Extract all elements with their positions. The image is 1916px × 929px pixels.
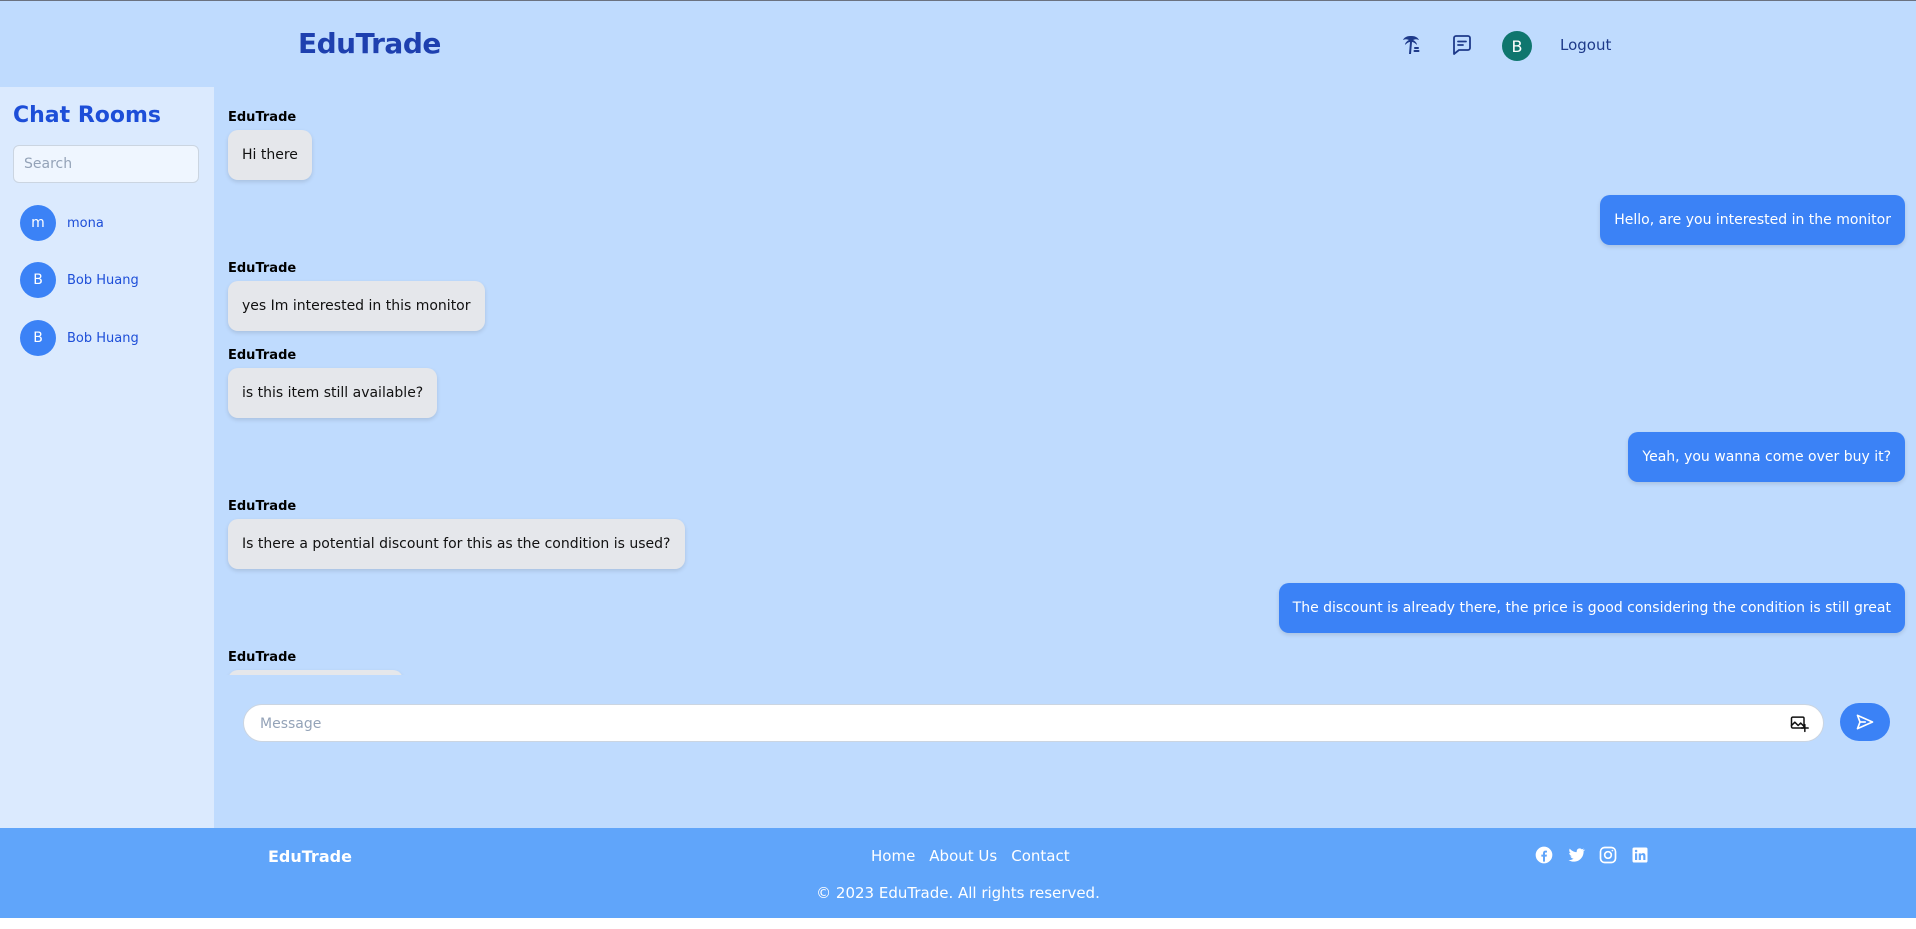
facebook-icon[interactable] (1534, 845, 1554, 865)
footer-links: Home About Us Contact (871, 847, 1070, 865)
room-name: mona (67, 215, 104, 231)
message-input[interactable] (258, 705, 1762, 743)
sidebar-title: Chat Rooms (13, 103, 162, 128)
instagram-icon[interactable] (1598, 845, 1618, 865)
incoming-message (228, 670, 403, 675)
palm-tree-icon[interactable] (1398, 33, 1422, 57)
room-avatar: B (20, 320, 56, 356)
incoming-message: Hi there (228, 130, 312, 180)
footer-brand[interactable]: EduTrade (268, 847, 352, 866)
brand-logo-text[interactable]: EduTrade (298, 27, 441, 60)
incoming-message: is this item still available? (228, 368, 438, 418)
message-composer (243, 704, 1824, 743)
outgoing-message: Yeah, you wanna come over buy it? (1628, 432, 1905, 482)
incoming-message: Is there a potential discount for this a… (228, 519, 685, 569)
outgoing-message: Hello, are you interested in the monitor (1600, 195, 1905, 245)
message-sender: EduTrade (228, 261, 297, 276)
user-avatar[interactable]: B (1502, 31, 1532, 61)
linkedin-icon[interactable] (1630, 845, 1650, 865)
room-avatar: B (20, 262, 56, 298)
chat-room-item[interactable]: B Bob Huang (20, 260, 200, 300)
twitter-icon[interactable] (1566, 845, 1586, 865)
outgoing-message: The discount is already there, the price… (1278, 583, 1905, 633)
app-root: EduTrade B Logout Chat Rooms m mona (0, 0, 1916, 929)
room-search-input[interactable] (13, 145, 199, 183)
incoming-message: yes Im interested in this monitor (228, 281, 485, 331)
message-sender: EduTrade (228, 499, 297, 514)
message-list[interactable]: EduTrade Hi there Hello, are you interes… (214, 87, 1916, 675)
social-links (1534, 845, 1650, 865)
chat-icon[interactable] (1450, 33, 1474, 57)
top-navbar: EduTrade B Logout (0, 0, 1916, 87)
footer-link-contact[interactable]: Contact (1011, 847, 1069, 865)
logout-button[interactable]: Logout (1560, 36, 1611, 54)
footer: EduTrade Home About Us Contact © 2023 Ed… (0, 828, 1916, 918)
chat-room-item[interactable]: m mona (20, 203, 200, 243)
message-sender: EduTrade (228, 110, 297, 125)
room-name: Bob Huang (67, 272, 139, 288)
chat-panel: EduTrade Hi there Hello, are you interes… (214, 87, 1916, 828)
footer-link-about[interactable]: About Us (929, 847, 997, 865)
room-name: Bob Huang (67, 330, 139, 346)
footer-link-home[interactable]: Home (871, 847, 915, 865)
copyright-text: © 2023 EduTrade. All rights reserved. (816, 884, 1100, 902)
room-avatar: m (20, 205, 56, 241)
add-image-icon[interactable] (1789, 713, 1809, 733)
send-icon (1856, 714, 1874, 730)
chat-rooms-sidebar: Chat Rooms m mona B Bob Huang B Bob Huan… (0, 87, 214, 828)
message-sender: EduTrade (228, 348, 297, 363)
send-button[interactable] (1840, 703, 1890, 741)
chat-room-item[interactable]: B Bob Huang (20, 318, 200, 358)
message-sender: EduTrade (228, 650, 297, 665)
